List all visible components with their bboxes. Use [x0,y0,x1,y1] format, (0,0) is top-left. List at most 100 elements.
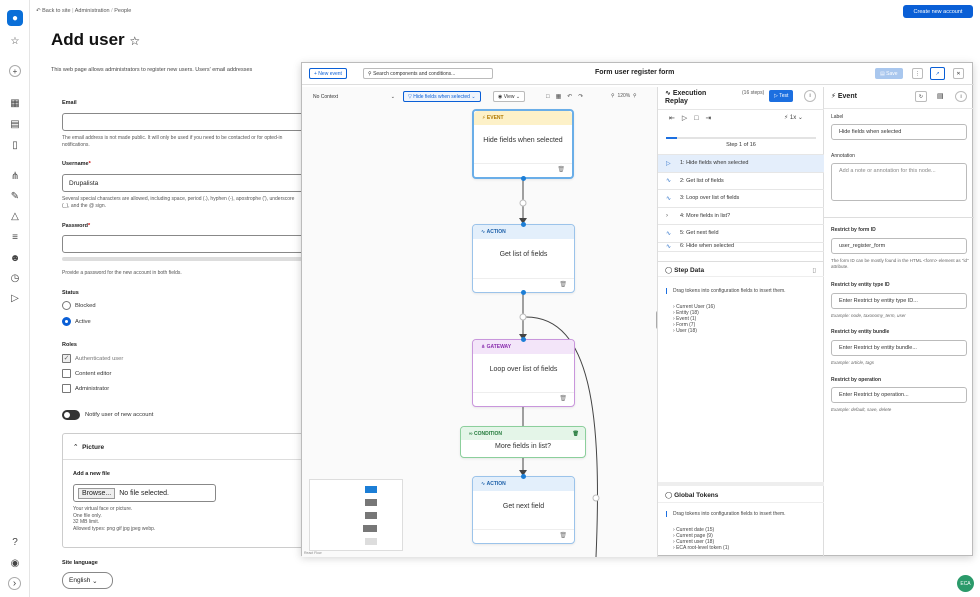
trash-icon[interactable]: 🗑 [559,532,567,539]
status-active-label: Active [75,318,91,325]
save-button[interactable]: ▤ Save [875,68,903,79]
new-event-button[interactable]: + New event [309,68,347,79]
event-node[interactable]: ⚡ EVENT Hide fields when selected 🗑 [472,109,574,181]
gateway-node[interactable]: ⋔ GATEWAY Loop over list of fields 🗑 [472,337,575,407]
chevron-down-icon: ⌄ [92,577,98,585]
site-language-value: English [69,577,91,584]
step-item[interactable]: ∿ 3: Loop over list of fields [658,190,824,208]
divider [824,217,974,218]
action-node-header: ∿ ACTION [473,225,574,239]
email-field[interactable] [62,113,312,131]
step-item[interactable]: ▷ 1: Hide fields when selected [658,155,824,173]
drupal-logo-icon[interactable]: ● [7,10,23,26]
step-item[interactable]: › 4: More fields in list? [658,208,824,225]
more-menu-icon[interactable]: ⋮ [912,68,923,79]
back-to-site-link[interactable]: Back to site [42,8,70,14]
react-flow-attribution[interactable]: React Flow [304,551,322,555]
role-administrator-label: Administrator [75,385,110,392]
action-node-2[interactable]: ∿ ACTION Get next field 🗑 [472,474,575,544]
trash-icon[interactable]: 🗑 [559,281,567,288]
label-field[interactable]: Hide fields when selected [831,124,967,140]
appearance-icon[interactable]: ✎ [7,188,23,204]
gateway-node-header: ⋔ GATEWAY [473,340,574,354]
node-handle[interactable] [521,337,526,342]
step-item[interactable]: ∿ 5: Get next field [658,225,824,243]
entity-type-field[interactable]: Enter Restrict by entity type ID... [831,293,967,309]
browse-button[interactable]: Browse... [78,487,116,499]
book-icon[interactable]: ▤ [937,92,944,100]
node-label: Get list of fields [499,251,548,258]
checkbox-box[interactable] [62,384,71,393]
token-item[interactable]: › ECA root-level token (1) [673,545,729,551]
node-handle[interactable] [521,222,526,227]
token-item[interactable]: › User (18) [673,328,715,334]
shortcut-star-icon[interactable]: ☆ [129,34,140,48]
star-icon[interactable]: ☆ [7,33,23,49]
expand-icon[interactable]: ↗ [930,67,945,80]
picture-summary[interactable]: ⌃ Picture [63,434,306,460]
dashboard-icon[interactable]: ▦ [7,95,23,111]
eca-fab-button[interactable]: ECA [957,575,974,592]
radio-on[interactable] [62,317,71,326]
notify-toggle[interactable] [62,410,80,420]
annotation-textarea[interactable]: Add a note or annotation for this node..… [831,163,967,201]
node-divider [474,163,572,164]
expand-toolbar-icon[interactable]: › [8,577,21,590]
structure-icon[interactable]: ⋔ [7,168,23,184]
close-icon[interactable]: ✕ [953,68,964,79]
create-account-button[interactable]: Create new account [903,5,973,18]
radio-off[interactable] [62,301,71,310]
step-item[interactable]: ∿ 2: Get list of fields [658,173,824,190]
info-icon[interactable]: i [955,91,967,102]
flow-canvas[interactable]: No Context ⌄ ▽ Hide fields when selected … [302,87,658,557]
node-handle[interactable] [521,474,526,479]
step-drag-hint: Drag tokens into configuration fields to… [666,288,786,294]
breadcrumb-people[interactable]: People [114,8,131,14]
config-icon[interactable]: ≡ [7,229,23,245]
people-icon[interactable]: ☻ [7,250,23,266]
action-node-1[interactable]: ∿ ACTION Get list of fields 🗑 [472,222,575,295]
trash-icon[interactable]: 🗑 [573,431,579,437]
speed-select[interactable]: ⚡ 1x ⌄ [784,114,803,121]
search-components-input[interactable]: ⚲ Search components and conditions... [363,68,493,79]
files-icon[interactable]: ▯ [7,137,23,153]
site-language-select[interactable]: English ⌄ [62,572,113,589]
form-id-field[interactable]: user_register_form [831,238,967,254]
refresh-icon[interactable]: ↻ [915,91,927,102]
condition-node[interactable]: ∞ CONDITION 🗑 More fields in list? [460,426,586,458]
trash-icon[interactable]: 🗑 [557,166,565,173]
action-icon: ∿ [666,195,672,202]
help-icon[interactable]: ? [7,534,23,550]
extend-icon[interactable]: △ [7,208,23,224]
info-icon[interactable]: i [804,90,816,102]
global-tokens-title: Global Tokens [674,492,719,499]
password-field[interactable] [62,235,312,253]
node-handle[interactable] [521,290,526,295]
file-input[interactable]: Browse... No file selected. [73,484,216,502]
copy-icon[interactable]: ▯ [812,266,816,274]
user-account-icon[interactable]: ◉ [7,555,23,571]
reports-icon[interactable]: ◷ [7,270,23,286]
save-label: Save [886,70,898,77]
status-blocked-radio[interactable]: Blocked [62,301,96,310]
announce-icon[interactable]: ▷ [7,290,23,306]
step-item[interactable]: ∿ 6: Hide when selected [658,243,824,252]
operation-field[interactable]: Enter Restrict by operation... [831,387,967,403]
content-icon[interactable]: ▤ [7,116,23,132]
no-file-text: No file selected. [119,489,169,497]
node-handle[interactable] [521,176,526,181]
status-active-radio[interactable]: Active [62,317,91,326]
checkbox-box[interactable] [62,369,71,378]
bundle-field[interactable]: Enter Restrict by entity bundle... [831,340,967,356]
breadcrumb-admin[interactable]: Administration [75,8,110,14]
minimap[interactable] [309,479,403,551]
role-content-editor-checkbox[interactable]: Content editor [62,369,111,378]
replay-progress-track[interactable] [666,137,816,139]
add-circle-icon[interactable]: + [9,65,21,77]
test-button[interactable]: ▷ Test [769,90,794,102]
trash-icon[interactable]: 🗑 [559,395,567,402]
role-administrator-checkbox[interactable]: Administrator [62,384,109,393]
password-label-text: Password [62,223,88,229]
playback-controls[interactable]: ⇤▷□⇥ [669,114,718,122]
username-field[interactable]: Drupalista [62,174,312,192]
